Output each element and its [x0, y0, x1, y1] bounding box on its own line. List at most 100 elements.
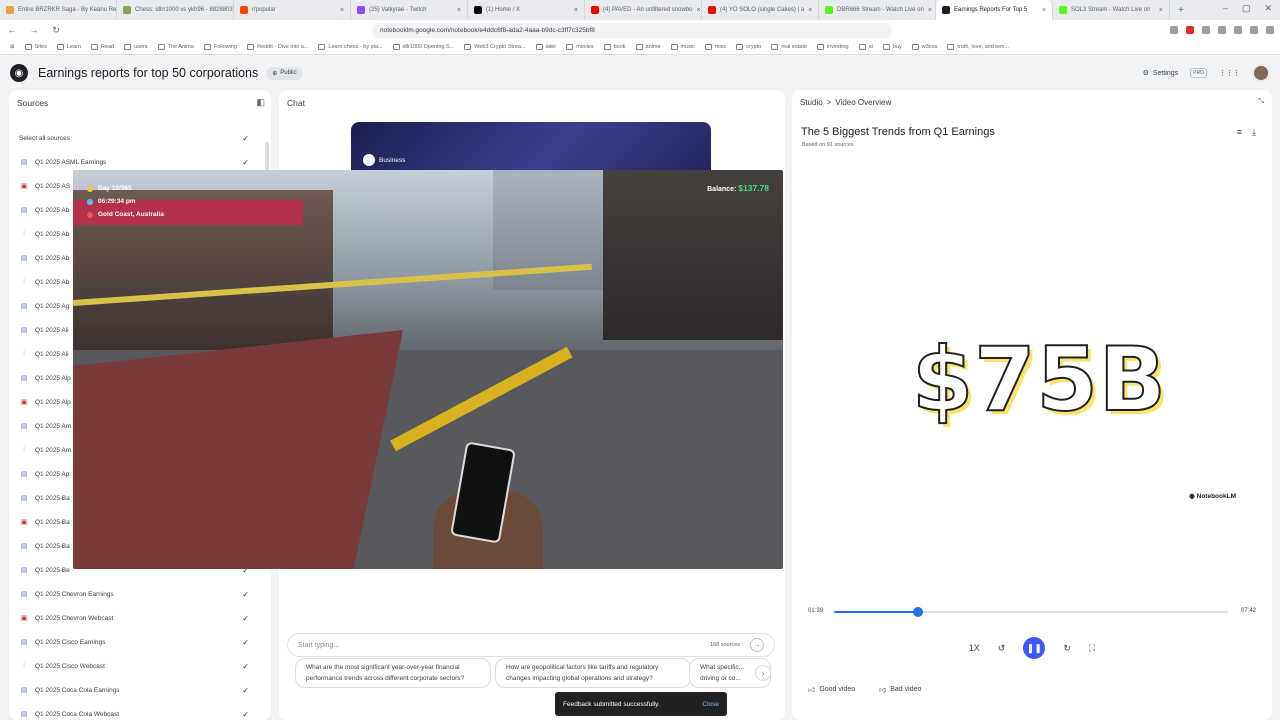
notebook-title[interactable]: Earnings reports for top 50 corporations — [38, 66, 258, 80]
extension-icon[interactable] — [1186, 26, 1194, 34]
new-tab-button[interactable]: + — [1170, 5, 1192, 16]
public-badge[interactable]: ⊕ Public — [266, 66, 303, 80]
checkbox-icon[interactable]: ✓ — [242, 614, 249, 623]
close-tab-icon[interactable]: × — [928, 7, 932, 14]
source-item[interactable]: ▤ Q1 2025 Chevron Earnings ✓ — [19, 582, 259, 606]
browser-tab[interactable]: (25) Valkyrae - Twitch × — [351, 0, 468, 20]
extension-icon[interactable] — [1234, 26, 1242, 34]
settings-button[interactable]: ⚙ Settings — [1143, 69, 1179, 78]
browser-tab[interactable]: r/popular × — [234, 0, 351, 20]
forward-skip-icon[interactable]: ↻ — [1063, 643, 1071, 654]
browser-tab[interactable]: (4) YO SOLO (single Cakes) | a × — [702, 0, 819, 20]
bookmark-item[interactable]: idlr1000 Opening S... — [392, 44, 454, 50]
source-item[interactable]: ▤ Q1 2025 Coca Cola Earnings ✓ — [19, 678, 259, 702]
suggestion-chip[interactable]: What are the most significant year-over-… — [295, 658, 491, 688]
chevron-right-icon[interactable]: › — [755, 665, 771, 681]
checkbox-icon[interactable]: ✓ — [242, 710, 249, 719]
bad-video-button[interactable]: 👎︎ Bad video — [879, 685, 921, 694]
notebooklm-logo-icon[interactable]: ◉ — [10, 64, 28, 82]
bookmark-item[interactable]: Read — [90, 44, 114, 50]
reload-icon[interactable]: ↻ — [50, 25, 62, 36]
progress-handle[interactable] — [913, 607, 924, 617]
playlist-icon[interactable]: ≡ — [1237, 127, 1242, 138]
avatar[interactable] — [1252, 64, 1270, 82]
bookmark-item[interactable]: real estate — [771, 44, 807, 50]
bookmark-item[interactable]: w3cos — [911, 44, 937, 50]
bookmark-item[interactable]: The Anima — [157, 44, 194, 50]
bookmark-item[interactable]: later — [535, 44, 556, 50]
select-all-row[interactable]: Select all sources ✓ — [19, 126, 259, 150]
extension-icon[interactable] — [1250, 26, 1258, 34]
minimize-icon[interactable]: – — [1223, 3, 1228, 14]
picture-in-picture-video[interactable]: Day 10/365 06:29:34 pm Gold Coast, Austr… — [73, 170, 783, 569]
extension-icon[interactable] — [1170, 26, 1178, 34]
browser-tab[interactable]: Chess: idlrr1000 vs ykh96 - 8828803× — [117, 0, 234, 20]
apps-grid-icon[interactable]: ⋮⋮⋮ — [1219, 69, 1240, 77]
forward-icon[interactable]: → — [28, 25, 40, 35]
download-icon[interactable]: ⤓ — [1252, 127, 1256, 138]
bookmark-item[interactable]: Following — [203, 44, 237, 50]
progress-track[interactable] — [834, 607, 1228, 617]
source-item[interactable]: ▤ Q1 2025 Coca Cola Webcast ✓ — [19, 702, 259, 720]
good-video-button[interactable]: 👍︎ Good video — [808, 685, 855, 694]
browser-tab[interactable]: SOL3 Stream - Watch Live on × — [1053, 0, 1170, 20]
apps-icon[interactable]: ⊞ — [10, 44, 15, 50]
video-progress[interactable]: 01:39 07:42 — [808, 605, 1256, 619]
toast-close-button[interactable]: Close — [702, 701, 719, 708]
close-tab-icon[interactable]: × — [697, 7, 701, 14]
bookmark-item[interactable]: Reddit - Dive into a... — [247, 44, 308, 50]
close-tab-icon[interactable]: × — [1042, 7, 1046, 14]
browser-tab[interactable]: Earnings Reports For Top 5 × — [936, 0, 1053, 20]
bookmark-item[interactable]: crypto — [736, 44, 761, 50]
extension-icon[interactable] — [1266, 26, 1274, 34]
bookmark-item[interactable]: ai — [858, 44, 873, 50]
bookmark-item[interactable]: Sites — [24, 44, 47, 50]
extension-icon[interactable] — [1218, 26, 1226, 34]
bookmark-item[interactable]: movies — [566, 44, 594, 50]
restore-icon[interactable]: ▢ — [1242, 3, 1251, 14]
checkbox-icon[interactable]: ✓ — [242, 662, 249, 671]
source-item[interactable]: ⫶ Q1 2025 Cisco Webcast ✓ — [19, 654, 259, 678]
browser-tab[interactable]: (4) PAVED - An unfiltered snowbo × — [585, 0, 702, 20]
collapse-panel-icon[interactable]: ◧ — [256, 97, 265, 108]
checkbox-icon[interactable]: ✓ — [242, 638, 249, 647]
bookmark-item[interactable]: Web3 Crypto Strea... — [464, 44, 526, 50]
close-tab-icon[interactable]: × — [574, 7, 578, 14]
url-field[interactable]: notebooklm.google.com/notebook/e4ddc6f8-… — [372, 22, 892, 38]
close-tab-icon[interactable]: × — [457, 7, 461, 14]
bookmark-item[interactable]: book — [603, 44, 626, 50]
rewind-icon[interactable]: ↺ — [998, 643, 1006, 654]
chat-input[interactable]: Start typing... 168 sources → — [287, 633, 775, 657]
send-icon[interactable]: → — [750, 638, 764, 652]
checkbox-icon[interactable]: ✓ — [242, 590, 249, 599]
source-item[interactable]: ▣ Q1 2025 Chevron Webcast ✓ — [19, 606, 259, 630]
bookmark-item[interactable]: investing — [816, 44, 849, 50]
bookmark-item[interactable]: users — [124, 44, 148, 50]
checkbox-icon[interactable]: ✓ — [242, 158, 249, 167]
breadcrumb-studio[interactable]: Studio — [800, 98, 823, 107]
collapse-icon[interactable]: ⤡ — [1258, 98, 1264, 106]
browser-tab[interactable]: DBR666 Stream - Watch Live on × — [819, 0, 936, 20]
checkbox-icon[interactable]: ✓ — [242, 686, 249, 695]
browser-tab[interactable]: Entire BRZRKR Saga - By Keanu Re× — [0, 0, 117, 20]
source-item[interactable]: ▤ Q1 2025 Cisco Earnings ✓ — [19, 630, 259, 654]
close-tab-icon[interactable]: × — [808, 7, 812, 14]
bookmark-item[interactable]: Learn — [56, 44, 81, 50]
back-icon[interactable]: ← — [6, 25, 18, 35]
suggestion-chip[interactable]: How are geopolitical factors like tariff… — [495, 658, 691, 688]
extension-icon[interactable] — [1202, 26, 1210, 34]
bookmark-item[interactable]: anime — [635, 44, 661, 50]
bookmark-item[interactable]: misc — [704, 44, 726, 50]
close-window-icon[interactable]: ✕ — [1264, 3, 1272, 14]
fullscreen-icon[interactable]: ⛶ — [1089, 643, 1095, 654]
speed-button[interactable]: 1X — [969, 643, 980, 653]
bookmark-item[interactable]: buy — [882, 44, 902, 50]
pause-button[interactable]: ❚❚ — [1023, 637, 1046, 659]
close-tab-icon[interactable]: × — [1159, 7, 1163, 14]
close-tab-icon[interactable]: × — [340, 7, 344, 14]
bookmark-item[interactable]: truth, love, and tem... — [947, 44, 1009, 50]
bookmark-item[interactable]: music — [670, 44, 695, 50]
browser-tab[interactable]: (1) Home / X × — [468, 0, 585, 20]
checkbox-icon[interactable]: ✓ — [242, 134, 249, 143]
bookmark-item[interactable]: Learn chess - by pla... — [318, 44, 383, 50]
